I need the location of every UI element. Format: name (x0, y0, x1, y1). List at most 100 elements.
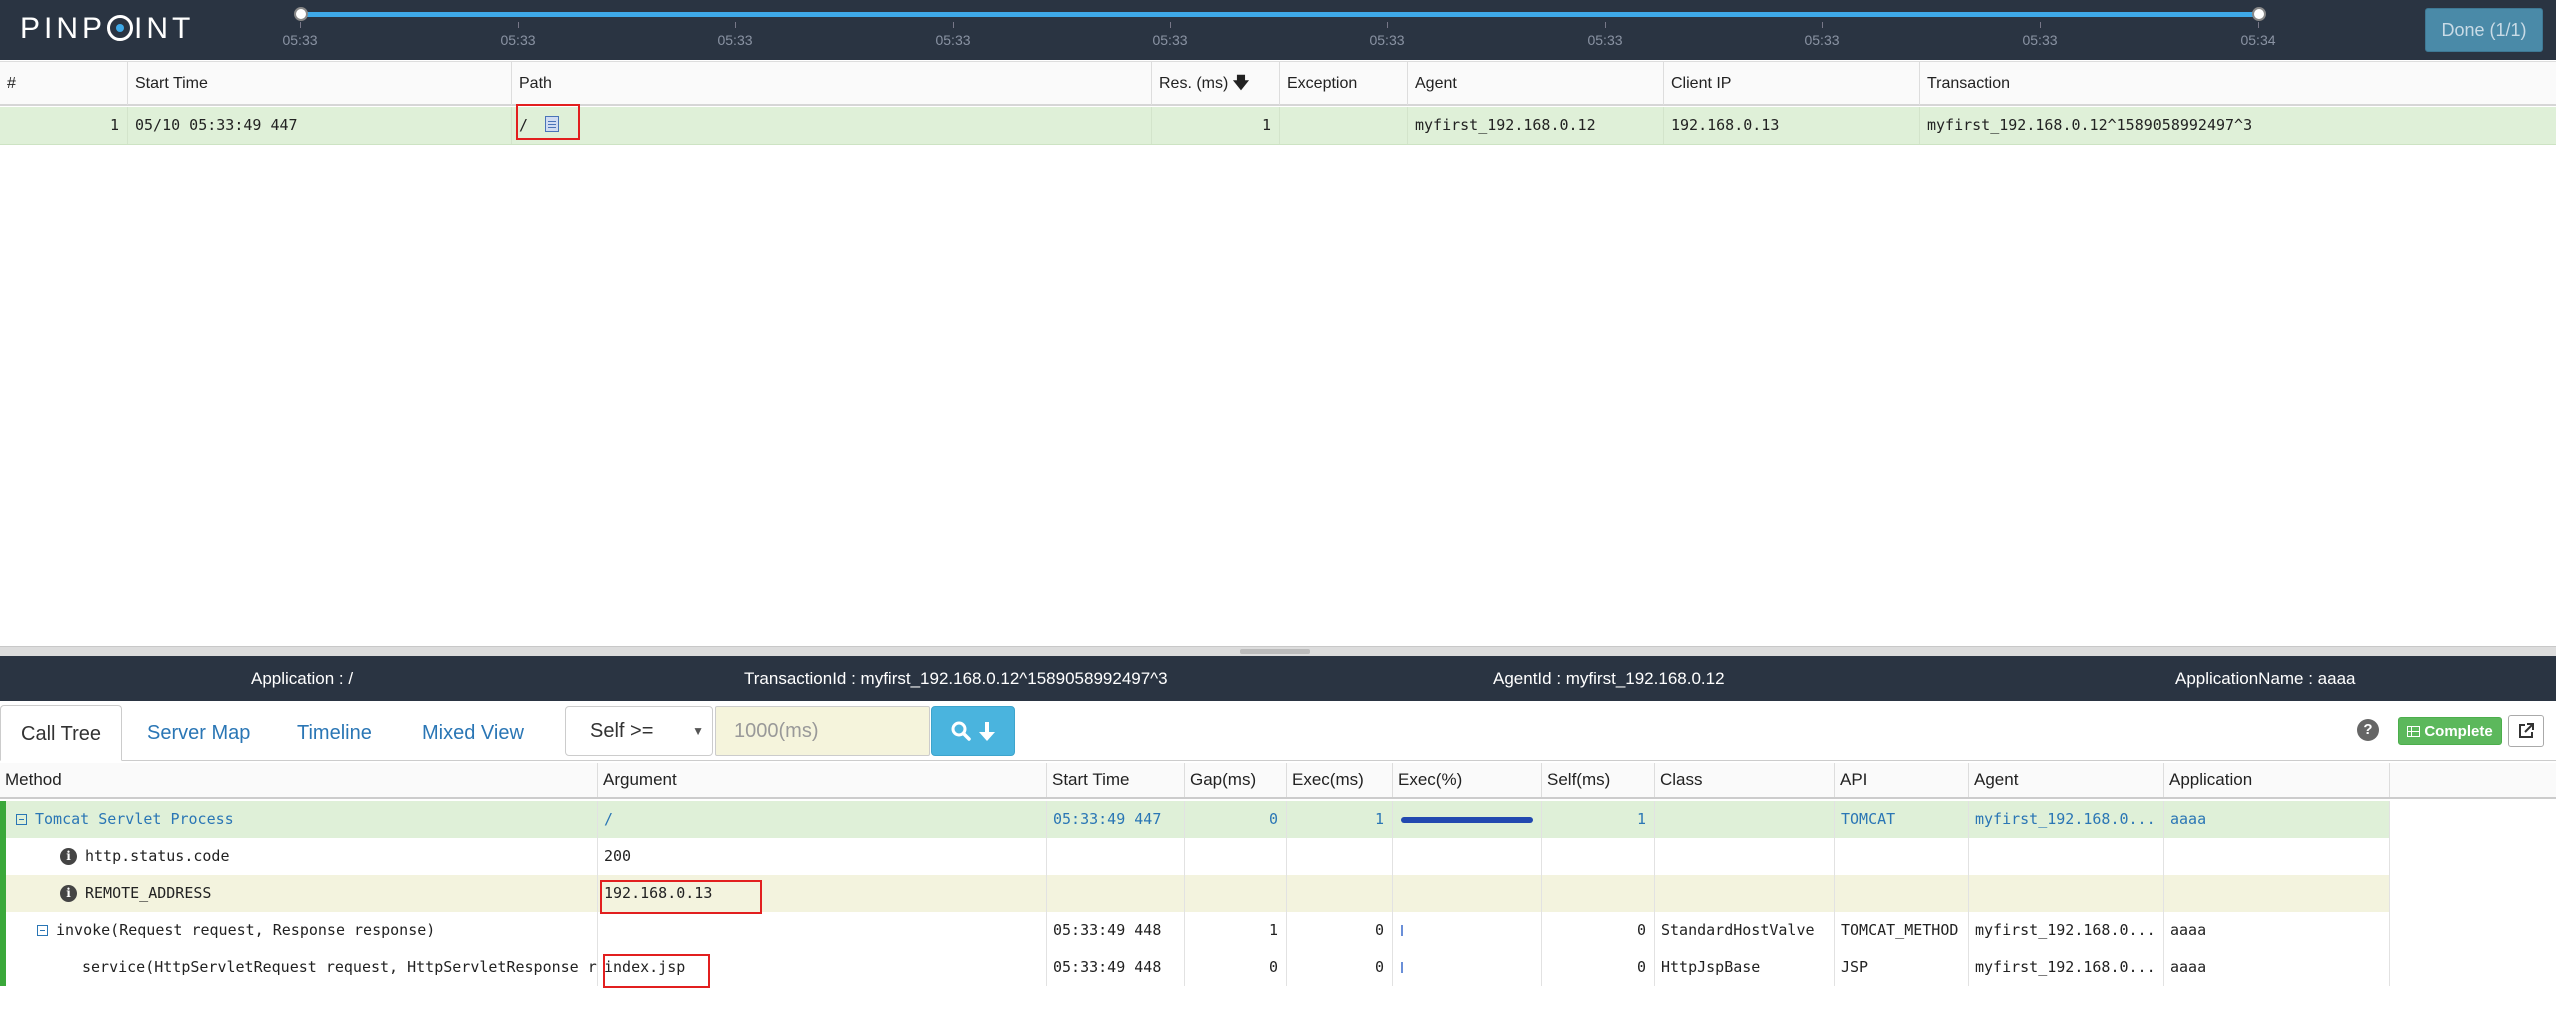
call-tree-row[interactable]: i REMOTE_ADDRESS 192.168.0.13 (0, 875, 2390, 912)
exec-cell: 0 (1287, 912, 1393, 949)
open-external-button[interactable] (2508, 715, 2544, 747)
column-header-transaction[interactable]: Transaction (1920, 62, 2556, 105)
timeline-tick-label: 05:33 (717, 32, 753, 48)
pinpoint-logo[interactable]: PINP INT (20, 12, 194, 46)
exec-pct-cell (1393, 801, 1542, 838)
column-header-start-time[interactable]: Start Time (1047, 763, 1185, 797)
exec-pct-bar (1401, 962, 1403, 973)
transaction-row[interactable]: 1 05/10 05:33:49 447 / 1 myfirst_192.168… (0, 107, 2556, 145)
start-time-cell (1047, 838, 1185, 875)
column-header-res-ms[interactable]: Res. (ms) 🡇 (1152, 62, 1280, 105)
arrow-down-icon: 🡇 (1232, 75, 1250, 92)
time-range-start-handle[interactable] (294, 7, 308, 21)
self-cell (1542, 875, 1655, 912)
timeline-tick (1170, 22, 1171, 28)
agent-cell: myfirst_192.168.0... (1969, 912, 2164, 949)
column-header-exec-pct[interactable]: Exec(%) (1393, 763, 1542, 797)
timeline-tick (1387, 22, 1388, 28)
column-header-exec[interactable]: Exec(ms) (1287, 763, 1393, 797)
timeline-tick-label: 05:33 (1804, 32, 1840, 48)
method-name: service(HttpServletRequest request, Http… (82, 958, 597, 976)
class-cell (1655, 801, 1835, 838)
tx-path[interactable]: / (512, 107, 1152, 144)
column-header-client-ip[interactable]: Client IP (1664, 62, 1920, 105)
method-cell: service(HttpServletRequest request, Http… (0, 949, 598, 986)
collapse-icon[interactable] (16, 814, 27, 825)
timeline-tick (1605, 22, 1606, 28)
column-header-start-time[interactable]: Start Time (128, 62, 512, 105)
column-header-index[interactable]: # (0, 62, 128, 105)
call-tree-row[interactable]: invoke(Request request, Response respons… (0, 912, 2390, 949)
timeline-tick-label: 05:33 (1369, 32, 1405, 48)
time-range-end-handle[interactable] (2252, 7, 2266, 21)
exec-pct-cell (1393, 912, 1542, 949)
method-name: Tomcat Servlet Process (35, 810, 234, 828)
gap-cell: 1 (1185, 912, 1287, 949)
column-header-argument[interactable]: Argument (598, 763, 1047, 797)
external-link-icon (2519, 723, 2534, 738)
gap-cell: 0 (1185, 949, 1287, 986)
tab-mixed-view[interactable]: Mixed View (402, 705, 544, 761)
annotation-highlight-box (600, 880, 762, 914)
column-header-self[interactable]: Self(ms) (1542, 763, 1655, 797)
timeline-tick (953, 22, 954, 28)
column-header-method[interactable]: Method (0, 763, 598, 797)
tab-timeline[interactable]: Timeline (277, 705, 392, 761)
help-icon[interactable]: ? (2357, 719, 2379, 741)
argument-cell (598, 912, 1047, 949)
application-cell: aaaa (2164, 912, 2390, 949)
exec-pct-cell (1393, 875, 1542, 912)
call-tree-row[interactable]: Tomcat Servlet Process / 05:33:49 447 0 … (0, 801, 2390, 838)
table-icon (2407, 725, 2421, 737)
collapse-icon[interactable] (37, 925, 48, 936)
exec-pct-bar (1401, 817, 1533, 823)
exec-cell (1287, 838, 1393, 875)
pane-splitter[interactable] (0, 646, 2556, 656)
arrow-down-icon (979, 722, 995, 741)
exec-cell: 0 (1287, 949, 1393, 986)
agent-cell (1969, 838, 2164, 875)
column-header-path[interactable]: Path (512, 62, 1152, 105)
timeline-tick-label: 05:33 (500, 32, 536, 48)
search-icon (951, 721, 971, 741)
column-header-api[interactable]: API (1835, 763, 1969, 797)
column-header-exception[interactable]: Exception (1280, 62, 1408, 105)
call-tree-row[interactable]: i http.status.code 200 (0, 838, 2390, 875)
splitter-grip[interactable] (1240, 649, 1310, 654)
application-cell (2164, 838, 2390, 875)
self-filter-select[interactable]: Self >= ▼ (565, 706, 713, 756)
time-range-slider-track[interactable] (300, 12, 2260, 17)
column-header-agent[interactable]: Agent (1408, 62, 1664, 105)
exec-pct-cell (1393, 949, 1542, 986)
self-filter-select-value: Self >= (590, 720, 654, 742)
timeline-tick-label: 05:33 (1152, 32, 1188, 48)
api-cell: TOMCAT_METHOD (1835, 912, 1969, 949)
search-button[interactable] (931, 706, 1015, 756)
timeline-tick-label: 05:33 (2022, 32, 2058, 48)
api-cell (1835, 838, 1969, 875)
timeline-tick (2040, 22, 2041, 28)
column-header-application[interactable]: Application (2164, 763, 2390, 797)
column-header-gap[interactable]: Gap(ms) (1185, 763, 1287, 797)
column-header-agent[interactable]: Agent (1969, 763, 2164, 797)
method-cell: i http.status.code (0, 838, 598, 875)
tx-client-ip: 192.168.0.13 (1664, 107, 1920, 144)
tx-res-ms: 1 (1152, 107, 1280, 144)
call-tree-row[interactable]: service(HttpServletRequest request, Http… (0, 949, 2390, 986)
complete-button[interactable]: Complete (2398, 717, 2502, 745)
done-button[interactable]: Done (1/1) (2425, 8, 2543, 52)
tx-exception (1280, 107, 1408, 144)
tab-call-tree[interactable]: Call Tree (0, 705, 123, 761)
annotation-highlight-box (516, 104, 580, 140)
info-agent-id: AgentId : myfirst_192.168.0.12 (1493, 669, 1725, 688)
argument-cell: 200 (598, 838, 1047, 875)
tab-server-map[interactable]: Server Map (127, 705, 270, 761)
class-cell: HttpJspBase (1655, 949, 1835, 986)
column-header-class[interactable]: Class (1655, 763, 1835, 797)
timeline-tick-label: 05:33 (1587, 32, 1623, 48)
self-cell: 0 (1542, 949, 1655, 986)
ms-threshold-input[interactable]: 1000(ms) (715, 706, 930, 756)
agent-cell: myfirst_192.168.0... (1969, 801, 2164, 838)
timeline-tick-label: 05:34 (2240, 32, 2276, 48)
api-cell: TOMCAT (1835, 801, 1969, 838)
